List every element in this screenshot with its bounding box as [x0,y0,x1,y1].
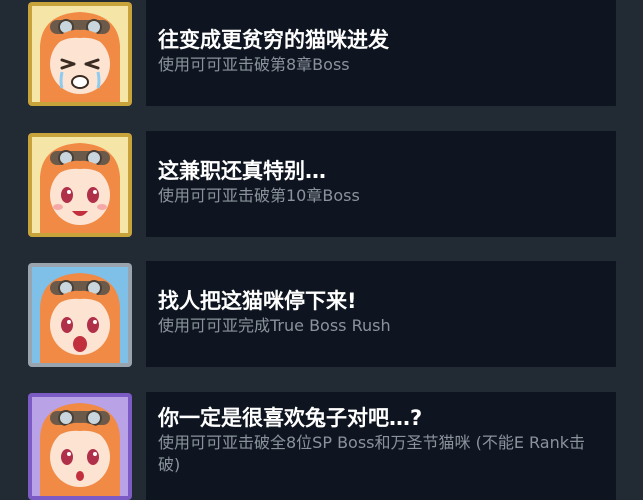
kokoa-happy-portrait-icon [28,133,132,237]
achievement-description: 使用可可亚完成True Boss Rush [158,316,391,335]
kokoa-crying-portrait-icon [28,2,132,106]
achievement-panel: 这兼职还真特别… 使用可可亚击破第10章Boss [146,131,616,237]
achievement-title: 这兼职还真特别… [158,159,326,183]
achievement-description: 使用可可亚击破第8章Boss [158,55,350,74]
achievement-title: 往变成更贫穷的猫咪进发 [158,28,389,52]
achievement-panel: 找人把这猫咪停下来! 使用可可亚完成True Boss Rush [146,261,616,367]
achievement-description: 使用可可亚击破第10章Boss [158,186,360,205]
achievement-title: 你一定是很喜欢兔子对吧…? [158,406,423,430]
kokoa-surprised-portrait-icon [28,393,132,500]
kokoa-shocked-portrait-icon [28,263,132,367]
achievement-title: 找人把这猫咪停下来! [158,289,357,313]
achievement-panel: 往变成更贫穷的猫咪进发 使用可可亚击破第8章Boss [146,0,616,106]
achievement-panel: 你一定是很喜欢兔子对吧…? 使用可可亚击破全8位SP Boss和万圣节猫咪 (不… [146,392,616,500]
achievement-description: 使用可可亚击破全8位SP Boss和万圣节猫咪 (不能E Rank击破) [158,433,586,474]
